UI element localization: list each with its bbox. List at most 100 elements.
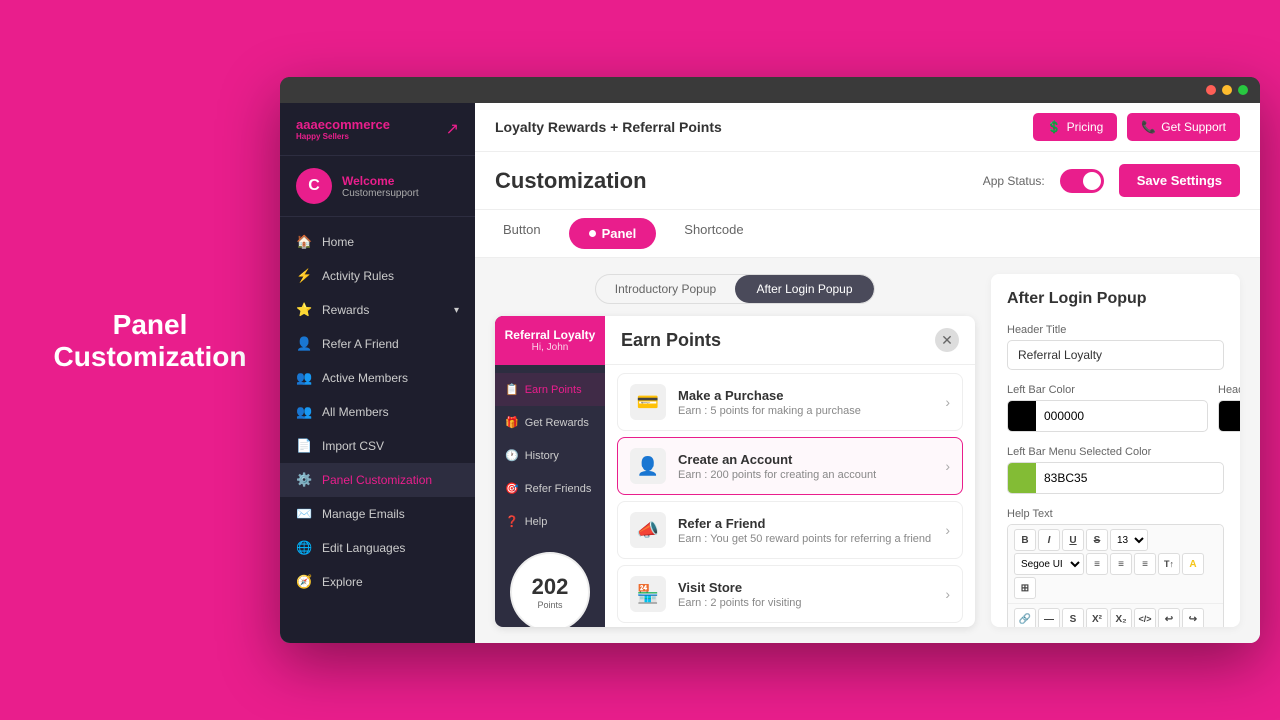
earn-item-refer-friend[interactable]: 📣 Refer a Friend Earn : You get 50 rewar… [617,501,963,559]
toolbar-superscript[interactable]: X² [1086,608,1108,627]
color-row: Left Bar Color Header Background Color [1007,384,1224,446]
tab-button[interactable]: Button [495,210,549,257]
nav-label-activity-rules: Activity Rules [322,269,394,283]
card-nav-label-earn-points: Earn Points [525,384,582,396]
toolbar-font-family[interactable]: Segoe UI [1014,553,1084,575]
dot-green [1238,85,1248,95]
earn-item-make-purchase[interactable]: 💳 Make a Purchase Earn : 5 points for ma… [617,373,963,431]
introductory-popup-btn[interactable]: Introductory Popup [596,275,735,303]
toolbar-bold[interactable]: B [1014,529,1036,551]
toolbar-color[interactable]: A [1182,553,1204,575]
sidebar-item-all-members[interactable]: 👥 All Members [280,395,475,429]
card-nav-icon-get-rewards: 🎁 [505,416,519,429]
left-bar-color-field [1007,400,1208,432]
earn-item-desc-make-purchase: Earn : 5 points for making a purchase [678,405,933,417]
sidebar-item-import-csv[interactable]: 📄 Import CSV [280,429,475,463]
header-bg-color-field [1218,400,1240,432]
earn-item-arrow-visit-store: › [945,586,950,602]
sidebar-item-active-members[interactable]: 👥 Active Members [280,361,475,395]
tab-pill-dot [589,230,596,237]
logo-subtitle: Happy Sellers [296,132,390,141]
nav-icon-edit-languages: 🌐 [296,540,312,556]
toolbar-table[interactable]: ⊞ [1014,577,1036,599]
nav-label-explore: Explore [322,575,363,589]
tab-panel[interactable]: Panel [569,218,657,249]
avatar: C [296,168,332,204]
left-bar-color-swatch [1008,401,1036,431]
toolbar-link[interactable]: 🔗 [1014,608,1036,627]
toolbar-ul[interactable]: ≡ [1086,553,1108,575]
app-status-label: App Status: [983,174,1045,188]
nav-label-active-members: Active Members [322,371,408,385]
toolbar-underline[interactable]: U [1062,529,1084,551]
sidebar-nav: 🏠 Home ⚡ Activity Rules ⭐ Rewards ▾ 👤 Re… [280,217,475,643]
toolbar-align[interactable]: ≡ [1134,553,1156,575]
dot-yellow [1222,85,1232,95]
phone-icon: 📞 [1141,120,1156,134]
sidebar-item-refer-a-friend[interactable]: 👤 Refer A Friend [280,327,475,361]
earn-item-visit-store[interactable]: 🏪 Visit Store Earn : 2 points for visiti… [617,565,963,623]
card-nav-history[interactable]: 🕐 History [495,439,605,472]
toolbar-subscript[interactable]: X₂ [1110,608,1132,627]
save-settings-button[interactable]: Save Settings [1119,164,1240,197]
earn-item-title-create-account: Create an Account [678,452,933,467]
card-header: Referral Loyalty Hi, John [495,316,605,365]
sidebar-logo: aaaecommerce Happy Sellers ↗ [280,103,475,156]
card-nav-earn-points[interactable]: 📋 Earn Points [495,373,605,406]
card-nav: 📋 Earn Points 🎁 Get Rewards 🕐 History 🎯 … [495,365,605,546]
earn-header: Earn Points ✕ [605,316,975,365]
nav-label-manage-emails: Manage Emails [322,507,405,521]
sidebar-item-manage-emails[interactable]: ✉️ Manage Emails [280,497,475,531]
sidebar-item-activity-rules[interactable]: ⚡ Activity Rules [280,259,475,293]
toolbar-hr[interactable]: — [1038,608,1060,627]
sidebar-item-explore[interactable]: 🧭 Explore [280,565,475,599]
earn-item-info-create-account: Create an Account Earn : 200 points for … [678,452,933,481]
sidebar-item-panel-customization[interactable]: ⚙️ Panel Customization [280,463,475,497]
toolbar-strikethrough[interactable]: S [1086,529,1108,551]
toolbar-ol[interactable]: ≡ [1110,553,1132,575]
toolbar-source[interactable]: </> [1134,608,1156,627]
nav-icon-import-csv: 📄 [296,438,312,454]
toolbar-text-size[interactable]: T↑ [1158,553,1180,575]
right-panel: After Login Popup Header Title Left Bar … [991,274,1240,627]
pricing-button[interactable]: 💲 Pricing [1033,113,1118,141]
nav-label-all-members: All Members [322,405,389,419]
sidebar-item-rewards[interactable]: ⭐ Rewards ▾ [280,293,475,327]
earn-item-info-refer-friend: Refer a Friend Earn : You get 50 reward … [678,516,933,545]
external-link-icon[interactable]: ↗ [446,119,459,139]
card-nav-get-rewards[interactable]: 🎁 Get Rewards [495,406,605,439]
sidebar-item-edit-languages[interactable]: 🌐 Edit Languages [280,531,475,565]
app-status-toggle[interactable] [1060,169,1104,193]
toolbar-italic[interactable]: I [1038,529,1060,551]
browser-window: aaaecommerce Happy Sellers ↗ C Welcome C… [280,77,1260,643]
after-login-popup-btn[interactable]: After Login Popup [735,275,874,303]
dollar-icon: 💲 [1047,120,1062,134]
toolbar-font-size[interactable]: 13 [1110,529,1148,551]
popup-toggle-row: Introductory Popup After Login Popup [595,274,875,304]
left-bar-color-input[interactable] [1036,403,1207,429]
toolbar-redo[interactable]: ↪ [1182,608,1204,627]
support-button[interactable]: 📞 Get Support [1127,113,1240,141]
left-bar-menu-input[interactable] [1036,465,1223,491]
toolbar-undo[interactable]: ↩ [1158,608,1180,627]
earn-item-desc-refer-friend: Earn : You get 50 reward points for refe… [678,533,933,545]
toolbar-format[interactable]: S [1062,608,1084,627]
sidebar: aaaecommerce Happy Sellers ↗ C Welcome C… [280,103,475,643]
earn-item-icon-make-purchase: 💳 [630,384,666,420]
pricing-label: Pricing [1067,120,1104,134]
card-nav-help[interactable]: ❓ Help [495,505,605,538]
earn-item-icon-visit-store: 🏪 [630,576,666,612]
earn-item-arrow-create-account: › [945,458,950,474]
tab-shortcode[interactable]: Shortcode [676,210,751,257]
card-nav-refer-friends[interactable]: 🎯 Refer Friends [495,472,605,505]
main-content: Loyalty Rewards + Referral Points 💲 Pric… [475,103,1260,643]
left-bar-menu-group: Left Bar Menu Selected Color [1007,446,1224,494]
close-icon[interactable]: ✕ [935,328,959,352]
toolbar-row-1: B I U S 13 Segoe UI [1008,525,1223,604]
card-nav-label-help: Help [525,516,548,528]
sidebar-item-home[interactable]: 🏠 Home [280,225,475,259]
help-text-editor: B I U S 13 Segoe UI [1007,524,1224,627]
earn-item-create-account[interactable]: 👤 Create an Account Earn : 200 points fo… [617,437,963,495]
header-title-input[interactable] [1007,340,1224,370]
earn-title: Earn Points [621,330,721,351]
